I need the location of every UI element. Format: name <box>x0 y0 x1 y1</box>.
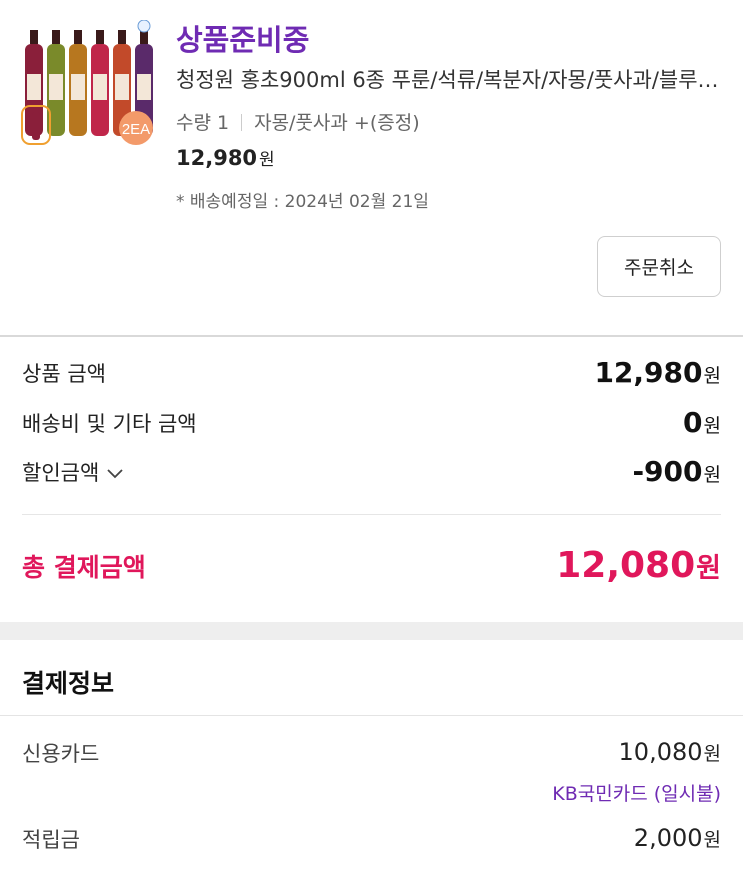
shipping-amount-value: 0 <box>683 406 703 439</box>
won-unit: 원 <box>703 415 721 437</box>
summary-divider <box>22 514 721 515</box>
discount-amount-row[interactable]: 할인금액 -900원 <box>22 455 721 488</box>
product-amount-label: 상품 금액 <box>22 361 106 386</box>
product-price: 12,980 원 <box>176 145 275 170</box>
product-name[interactable]: 청정원 홍초900ml 6종 푸룬/석류/복분자/자몽/풋사과/블루베리 <box>176 64 721 94</box>
chevron-down-icon[interactable] <box>107 468 123 479</box>
card-issuer: KB국민카드 (일시불) <box>552 783 721 805</box>
product-option: 자몽/풋사과 +(증정) <box>254 112 420 134</box>
discount-amount-value: -900 <box>632 455 703 488</box>
credit-card-amount: 10,080원 <box>619 738 721 768</box>
product-option-line: 수량 1 자몽/풋사과 +(증정) <box>176 108 420 135</box>
quantity-badge-text: 2EA <box>122 121 150 138</box>
shipping-amount-label: 배송비 및 기타 금액 <box>22 411 197 436</box>
option-separator <box>241 114 243 131</box>
discount-toggle[interactable]: 할인금액 <box>22 457 123 487</box>
payment-divider <box>0 715 743 716</box>
shipping-amount: 0원 <box>683 406 721 439</box>
product-price-value: 12,980 <box>176 146 258 170</box>
cancel-order-button[interactable]: 주문취소 <box>597 236 721 297</box>
won-unit: 원 <box>703 829 721 851</box>
total-amount: 12,080원 <box>556 545 721 586</box>
credit-card-label: 신용카드 <box>22 742 100 766</box>
section-divider <box>0 335 743 337</box>
won-unit: 원 <box>703 464 721 486</box>
points-amount: 2,000원 <box>634 824 721 854</box>
product-amount: 12,980원 <box>594 356 721 389</box>
discount-amount-label: 할인금액 <box>22 460 100 485</box>
points-row: 적립금 2,000원 <box>22 824 721 854</box>
discount-amount: -900원 <box>632 455 721 488</box>
order-product-section: 2EA 상품준비중 청정원 홍초900ml 6종 푸룬/석류/복분자/자몽/풋사… <box>0 0 743 335</box>
total-amount-value: 12,080 <box>556 545 696 586</box>
won-unit: 원 <box>703 743 721 765</box>
shipping-amount-row: 배송비 및 기타 금액 0원 <box>22 406 721 439</box>
points-label: 적립금 <box>22 828 80 852</box>
product-quantity: 수량 1 <box>176 112 230 134</box>
payment-info-title: 결제정보 <box>22 669 115 698</box>
shipping-date: * 배송예정일 : 2024년 02월 21일 <box>176 192 429 212</box>
credit-card-row: 신용카드 10,080원 <box>22 738 721 768</box>
product-amount-value: 12,980 <box>594 356 703 389</box>
section-gap-band <box>0 622 743 640</box>
order-status: 상품준비중 <box>176 23 310 57</box>
product-price-unit: 원 <box>259 150 275 170</box>
points-amount-value: 2,000 <box>633 824 703 852</box>
product-amount-row: 상품 금액 12,980원 <box>22 356 721 389</box>
total-amount-row: 총 결제금액 12,080원 <box>22 545 721 586</box>
total-amount-label: 총 결제금액 <box>22 552 146 582</box>
won-unit: 원 <box>696 553 721 584</box>
credit-card-amount-value: 10,080 <box>618 738 703 766</box>
won-unit: 원 <box>703 365 721 387</box>
product-thumbnail[interactable]: 2EA <box>20 20 160 148</box>
